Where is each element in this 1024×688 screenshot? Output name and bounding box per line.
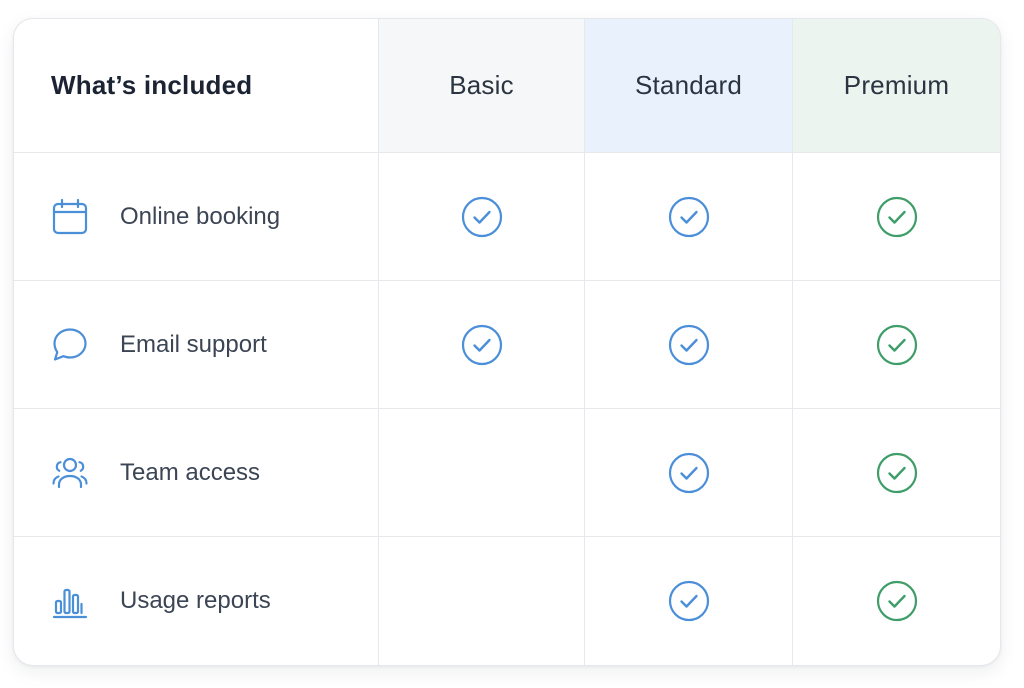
plan-header-basic: Basic <box>379 19 585 153</box>
bar-chart-icon <box>51 582 89 620</box>
check-cell <box>793 537 1000 665</box>
check-cell <box>793 409 1000 537</box>
calendar-icon <box>51 198 89 236</box>
check-circle-icon <box>668 196 709 237</box>
feature-row-label: Email support <box>14 281 379 409</box>
check-cell <box>793 153 1000 281</box>
check-cell <box>793 281 1000 409</box>
check-circle-icon <box>668 324 709 365</box>
check-cell <box>585 153 793 281</box>
users-icon <box>51 454 89 492</box>
feature-label: Usage reports <box>120 587 271 614</box>
feature-row-label: Usage reports <box>14 537 379 665</box>
feature-label: Team access <box>120 458 261 486</box>
feature-row-label: Online booking <box>14 153 379 281</box>
check-cell <box>379 281 585 409</box>
check-circle-icon <box>461 196 502 237</box>
check-circle-icon <box>876 580 917 622</box>
check-cell <box>379 537 585 665</box>
check-cell <box>379 409 585 537</box>
plan-header-standard: Standard <box>585 19 793 153</box>
feature-label: Email support <box>120 330 267 358</box>
feature-row-label: Team access <box>14 409 379 537</box>
plan-comparison-card: What’s included Basic Standard Premium O… <box>13 18 1001 666</box>
comparison-table: What’s included Basic Standard Premium O… <box>14 19 1000 665</box>
plan-header-premium: Premium <box>793 19 1000 153</box>
check-circle-icon <box>668 580 709 622</box>
chat-bubble-icon <box>51 326 89 364</box>
check-circle-icon <box>876 452 917 493</box>
check-cell <box>379 153 585 281</box>
check-circle-icon <box>876 196 917 237</box>
feature-column-header: What’s included <box>14 19 379 153</box>
check-circle-icon <box>461 324 502 365</box>
feature-label: Online booking <box>120 202 281 230</box>
check-circle-icon <box>668 452 709 493</box>
check-cell <box>585 281 793 409</box>
check-cell <box>585 409 793 537</box>
check-circle-icon <box>876 324 917 365</box>
check-cell <box>585 537 793 665</box>
